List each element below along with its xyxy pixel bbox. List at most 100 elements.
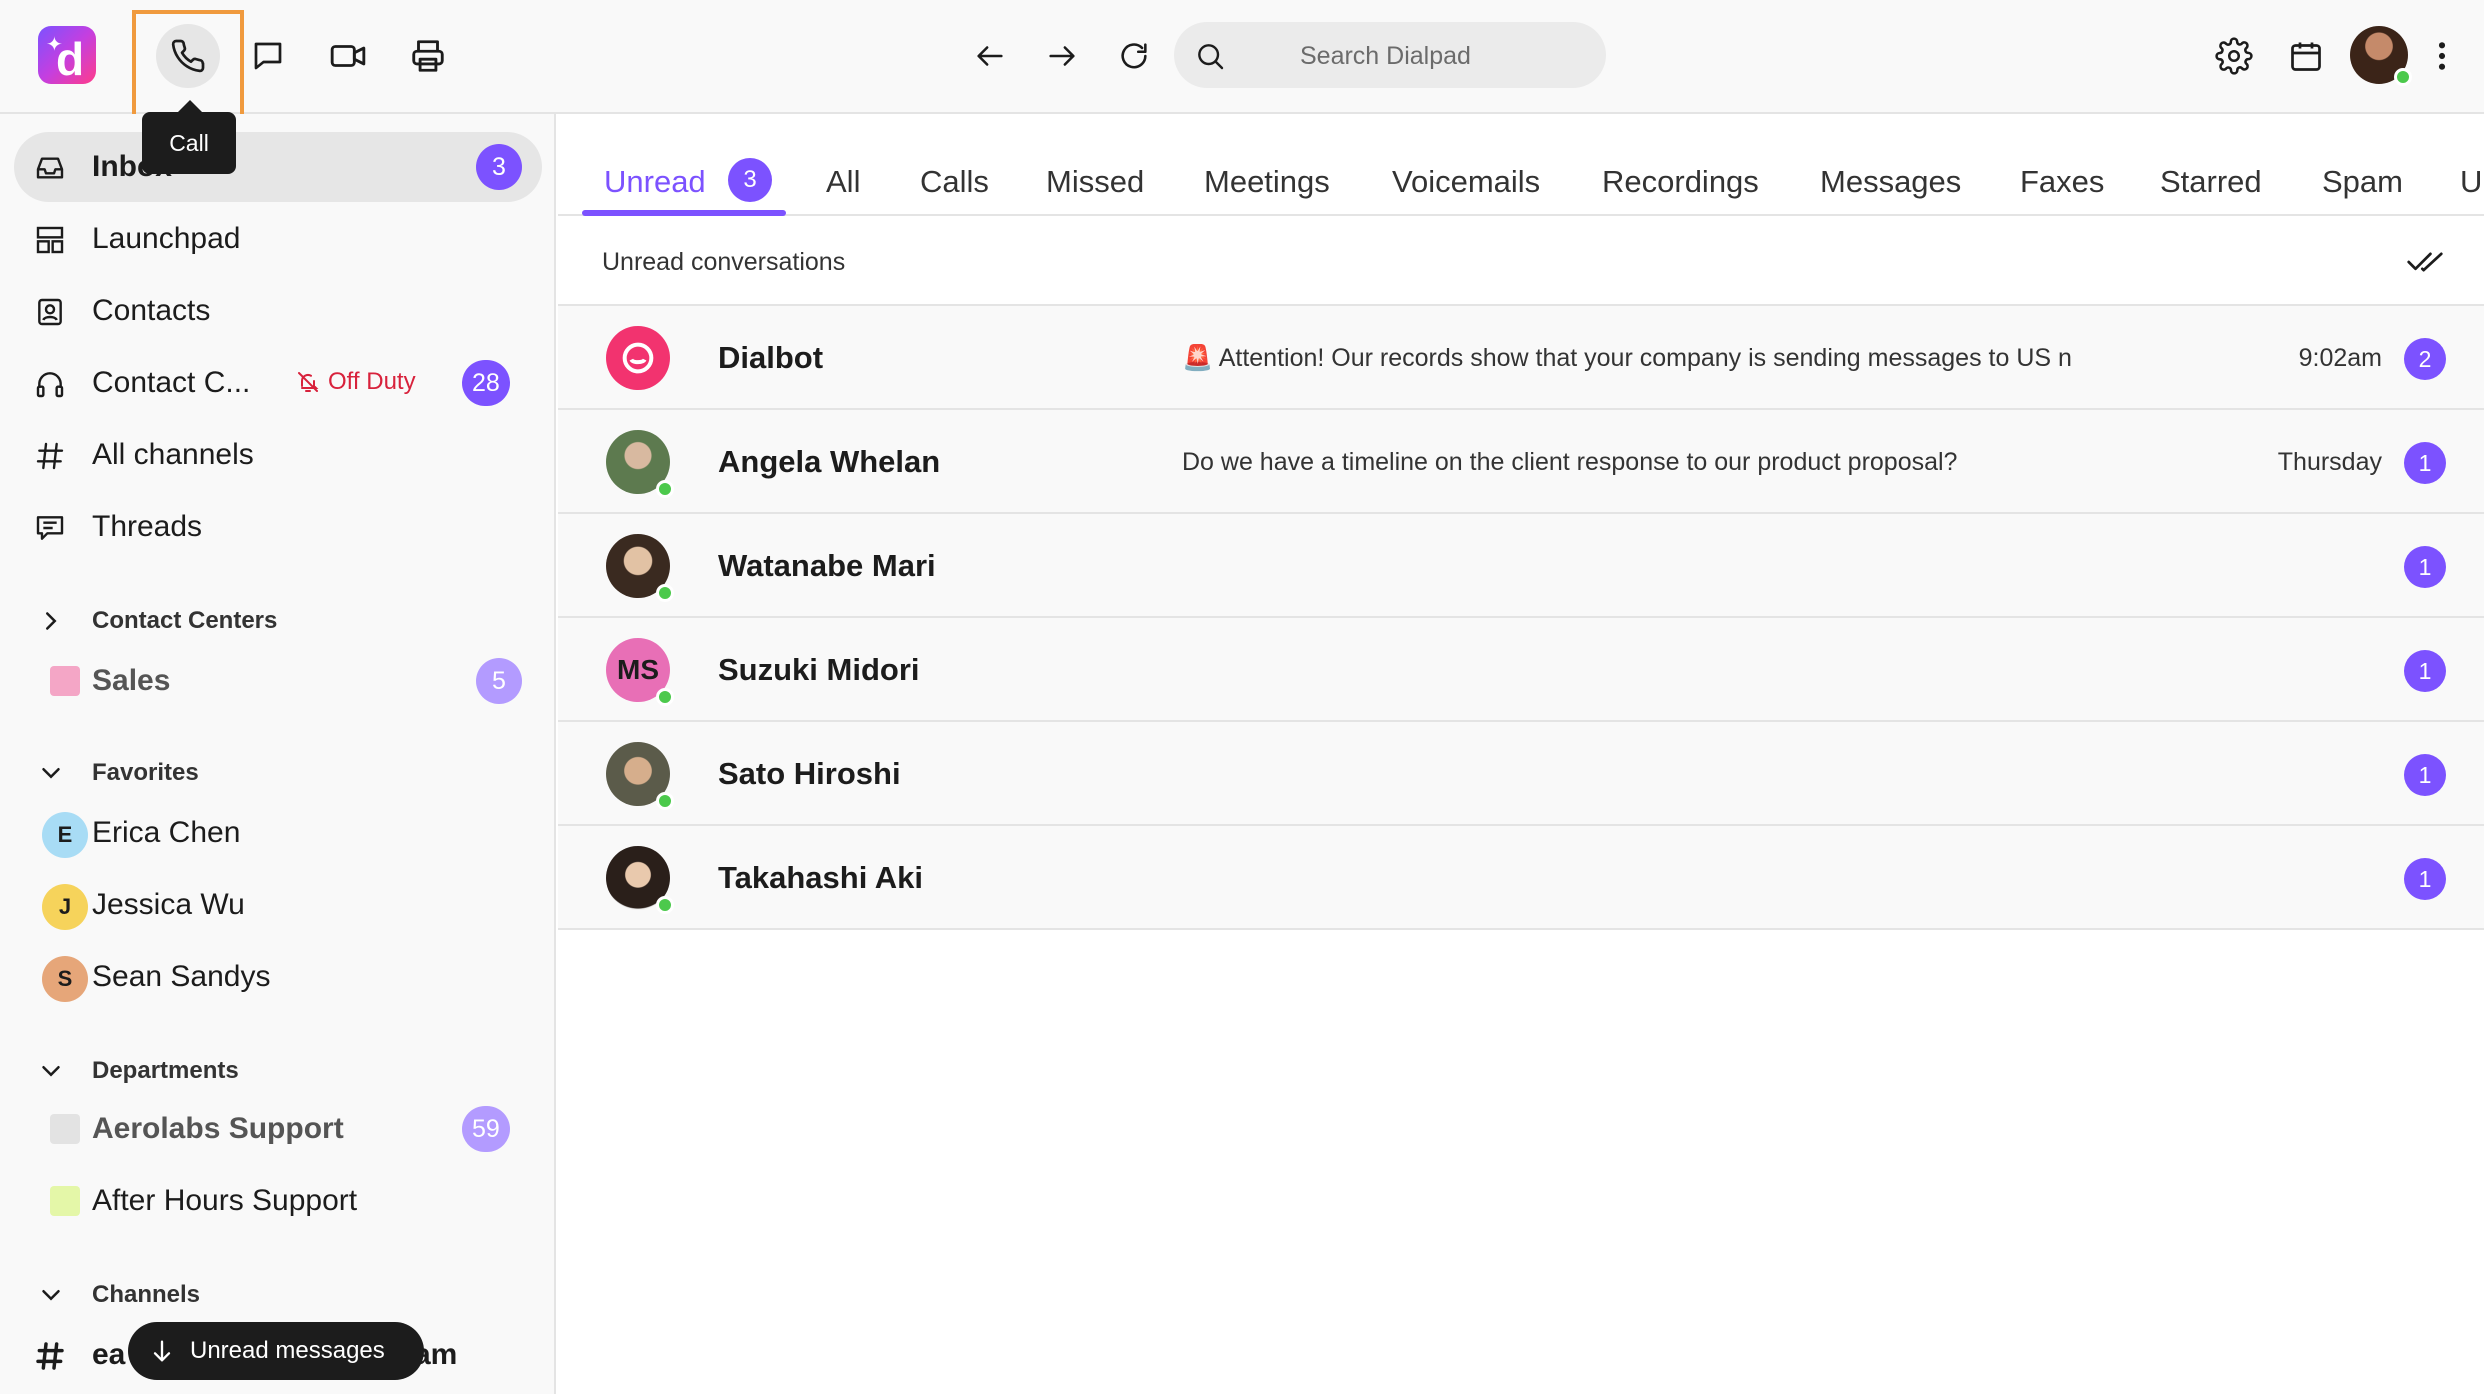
video-icon	[330, 45, 366, 67]
refresh-button[interactable]	[1102, 24, 1166, 88]
sidebar-item-contacts[interactable]: Contacts	[14, 276, 542, 346]
sidebar-item-label: All channels	[92, 438, 254, 471]
mark-all-read-icon[interactable]	[2406, 246, 2444, 278]
department-aerolabs-support[interactable]: Aerolabs Support 59	[14, 1094, 542, 1164]
threads-icon	[36, 516, 64, 540]
department-count-badge: 59	[462, 1106, 510, 1152]
dialpad-logo[interactable]: ✦ d	[38, 26, 96, 84]
message-preview: 🚨 Attention! Our records show that your …	[1182, 344, 2072, 372]
arrow-right-icon	[1049, 46, 1075, 66]
contacts-icon	[38, 298, 62, 326]
tab-label: Recordings	[1602, 164, 1759, 199]
app-window: ✦ d Call Search Dialpad Inbox 3 Launchpa…	[0, 0, 2484, 1394]
sidebar-item-all-channels[interactable]: All channels	[14, 420, 542, 490]
more-options-button[interactable]	[2410, 24, 2474, 88]
launchpad-icon	[36, 226, 64, 254]
channel-label-start: ea	[92, 1338, 126, 1371]
sidebar-item-label: Contacts	[92, 294, 211, 327]
chevron-down-icon	[42, 1066, 60, 1077]
fax-button[interactable]	[396, 24, 460, 88]
search-input[interactable]: Search Dialpad	[1174, 22, 1606, 88]
hash-icon	[36, 1342, 64, 1370]
message-button[interactable]	[236, 24, 300, 88]
sidebar-item-launchpad[interactable]: Launchpad	[14, 204, 542, 274]
section-departments[interactable]: Departments	[36, 1056, 239, 1086]
favorite-sean-sandys[interactable]: S Sean Sandys	[14, 942, 542, 1012]
video-button[interactable]	[316, 24, 380, 88]
sidebar-item-label: Launchpad	[92, 222, 241, 255]
tab-label: All	[826, 164, 861, 199]
tab-label: Starred	[2160, 164, 2262, 199]
favorite-erica-chen[interactable]: E Erica Chen	[14, 798, 542, 868]
tab-unread[interactable]: Unread 3	[604, 154, 784, 216]
unread-messages-button[interactable]: Unread messages	[128, 1322, 424, 1380]
active-tab-underline	[582, 210, 786, 216]
tab-label: Meetings	[1204, 164, 1330, 199]
search-icon	[1198, 44, 1224, 70]
conversation-row[interactable]: Dialbot 🚨 Attention! Our records show th…	[558, 306, 2484, 410]
user-avatar[interactable]	[2350, 26, 2412, 86]
avatar	[606, 326, 670, 390]
favorite-jessica-wu[interactable]: J Jessica Wu	[14, 870, 542, 940]
tab-unread-count: 3	[728, 158, 772, 202]
printer-icon	[412, 40, 444, 72]
main-panel: Unread 3 All Calls Missed Meetings Voice…	[558, 114, 2484, 1394]
department-color-swatch	[50, 1114, 80, 1144]
settings-button[interactable]	[2202, 24, 2266, 88]
tab-label: Missed	[1046, 164, 1145, 199]
contact-center-count-badge: 28	[462, 360, 510, 406]
back-button[interactable]	[958, 24, 1022, 88]
chevron-down-icon	[42, 1290, 60, 1301]
call-tooltip: Call	[142, 100, 236, 174]
section-title: Favorites	[92, 759, 199, 786]
conversation-row[interactable]: Watanabe Mari 1	[558, 514, 2484, 618]
refresh-icon	[1121, 43, 1147, 69]
sidebar-item-label: Threads	[92, 510, 203, 543]
conversation-row[interactable]: Sato Hiroshi 1	[558, 722, 2484, 826]
avatar	[606, 430, 674, 498]
calendar-button[interactable]	[2274, 24, 2338, 88]
favorite-label: Sean Sandys	[92, 960, 271, 993]
tab-label: Faxes	[2020, 164, 2105, 199]
sidebar: Inbox 3 Launchpad Contacts Contact C... …	[0, 114, 556, 1394]
logo-letter: d	[56, 33, 85, 84]
conversation-row[interactable]: MS Suzuki Midori 1	[558, 618, 2484, 722]
tab-label: U	[2460, 164, 2483, 199]
online-status-dot	[656, 480, 674, 498]
online-status-dot	[2394, 68, 2412, 86]
sidebar-item-sales[interactable]: Sales 5	[14, 646, 542, 716]
sidebar-item-label: Sales	[92, 664, 171, 697]
sidebar-item-contact-center[interactable]: Contact C... Off Duty 28	[14, 348, 542, 418]
avatar: S	[42, 956, 88, 1002]
online-status-dot	[656, 584, 674, 602]
unread-count-badge: 1	[2404, 858, 2446, 900]
unread-count-badge: 2	[2404, 338, 2446, 380]
calendar-icon	[2291, 42, 2321, 71]
section-contact-centers[interactable]: Contact Centers	[36, 606, 277, 636]
inbox-icon	[36, 157, 64, 179]
bell-off-icon	[298, 372, 319, 392]
favorite-label: Erica Chen	[92, 816, 241, 849]
sales-color-swatch	[50, 666, 80, 696]
sidebar-item-threads[interactable]: Threads	[14, 492, 542, 562]
contact-name: Suzuki Midori	[718, 652, 920, 687]
sidebar-item-label: Contact C...	[92, 366, 251, 399]
conversation-row[interactable]: Takahashi Aki 1	[558, 826, 2484, 930]
department-label: Aerolabs Support	[92, 1112, 344, 1145]
headset-icon	[36, 372, 64, 398]
unread-count-badge: 1	[2404, 754, 2446, 796]
department-after-hours-support[interactable]: After Hours Support	[14, 1166, 542, 1236]
dialbot-icon	[622, 342, 654, 374]
message-time: 9:02am	[2298, 344, 2382, 372]
section-favorites[interactable]: Favorites	[36, 758, 199, 788]
avatar: J	[42, 884, 88, 930]
chevron-down-icon	[42, 768, 60, 779]
forward-button[interactable]	[1030, 24, 1094, 88]
chevron-right-icon	[46, 612, 57, 630]
sidebar-item-inbox[interactable]: Inbox 3	[14, 132, 542, 202]
avatar	[606, 742, 674, 810]
conversation-row[interactable]: Angela Whelan Do we have a timeline on t…	[558, 410, 2484, 514]
tab-label: Spam	[2322, 164, 2403, 199]
off-duty-status[interactable]: Off Duty	[296, 368, 416, 396]
section-channels[interactable]: Channels	[36, 1280, 200, 1310]
